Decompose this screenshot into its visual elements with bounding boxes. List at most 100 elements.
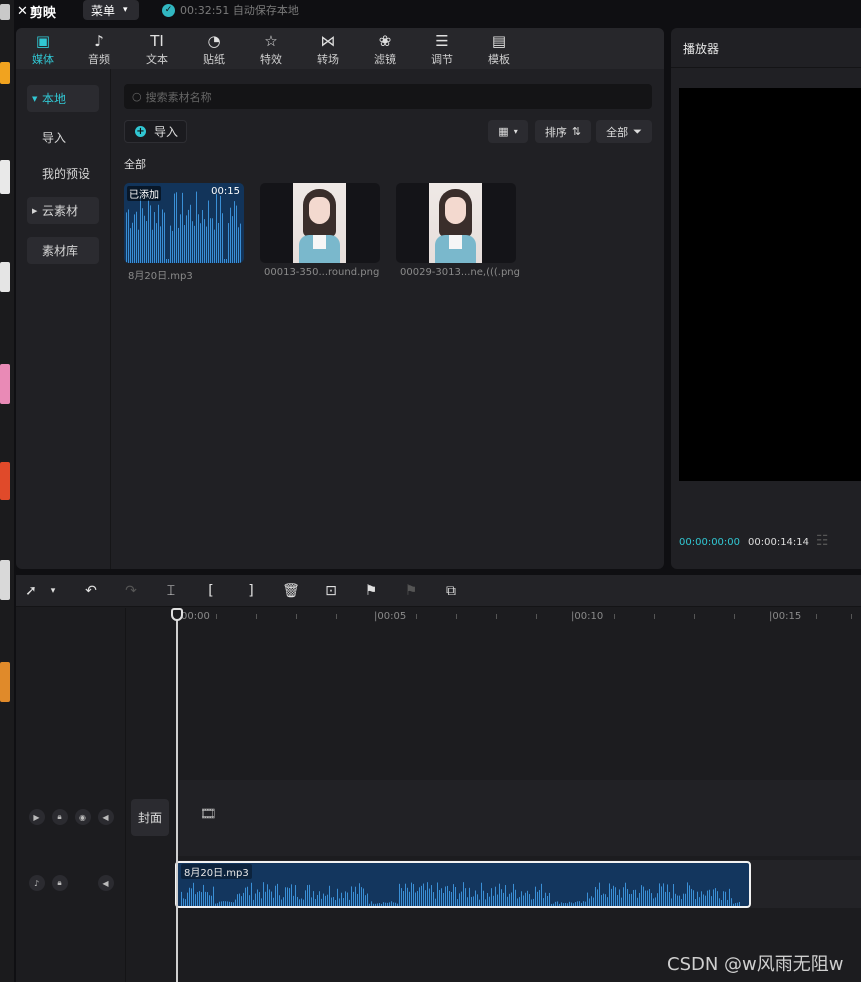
waveform-bar bbox=[273, 897, 274, 906]
tab-effects[interactable]: ☆ 特效 bbox=[251, 31, 291, 67]
waveform-bar bbox=[533, 898, 534, 906]
media-sidebar: ▼ 本地 导入 我的预设 ▶ 云素材 素材库 bbox=[16, 69, 111, 569]
waveform-bar bbox=[293, 895, 294, 906]
waveform-bar bbox=[673, 884, 674, 906]
waveform-bar bbox=[737, 902, 738, 906]
waveform-bar bbox=[539, 890, 540, 906]
waveform-bar bbox=[421, 885, 422, 906]
waveform-bar bbox=[196, 191, 197, 263]
search-input[interactable]: ○ 搜索素材名称 bbox=[124, 84, 652, 109]
sidebar-item-cloud[interactable]: ▶ 云素材 bbox=[27, 197, 99, 224]
tab-sticker[interactable]: ◔ 贴纸 bbox=[194, 31, 234, 67]
waveform-bar bbox=[601, 895, 602, 906]
waveform-bar bbox=[679, 895, 680, 906]
waveform-bar bbox=[445, 886, 446, 906]
delete-icon[interactable]: 🗑 bbox=[281, 581, 301, 601]
waveform-bar bbox=[499, 883, 500, 906]
waveform-bar bbox=[235, 899, 236, 906]
trim-left-icon[interactable]: [ bbox=[201, 581, 221, 601]
video-track[interactable] bbox=[178, 780, 861, 856]
waveform-bar bbox=[475, 890, 476, 906]
waveform-bar bbox=[299, 899, 300, 906]
sort-button[interactable]: 排序 ⇅ bbox=[535, 120, 591, 143]
trim-right-icon[interactable]: ] bbox=[241, 581, 261, 601]
crop-icon[interactable]: ⧉ bbox=[441, 581, 461, 601]
sidebar-item-local[interactable]: ▼ 本地 bbox=[27, 85, 99, 112]
waveform-bar bbox=[357, 893, 358, 906]
ratio-icon[interactable]: ☷ bbox=[816, 533, 829, 549]
lock-icon[interactable]: 🔒︎ bbox=[51, 809, 68, 825]
freeze-icon[interactable]: ⊡ bbox=[321, 581, 341, 601]
waveform-bar bbox=[212, 218, 213, 263]
tab-filter[interactable]: ❀ 滤镜 bbox=[365, 31, 405, 67]
tab-transition[interactable]: ⋈ 转场 bbox=[308, 31, 348, 67]
menu-button[interactable]: 菜单 ▾ bbox=[83, 0, 139, 20]
empty-slot bbox=[75, 875, 91, 891]
waveform-bar bbox=[603, 893, 604, 906]
time-ruler[interactable]: 00:00 |00:05 |00:10 |00:15 bbox=[126, 608, 861, 628]
waveform-bar bbox=[567, 903, 568, 906]
autosave-status: ✓ 00:32:51 自动保存本地 bbox=[162, 2, 299, 18]
preview-screen[interactable] bbox=[679, 88, 861, 481]
waveform-bar bbox=[583, 901, 584, 906]
eye-icon[interactable]: ◉ bbox=[74, 809, 91, 825]
tab-audio[interactable]: ♪ 音频 bbox=[79, 31, 119, 67]
waveform-bar bbox=[240, 223, 241, 263]
redo-icon[interactable]: ↷ bbox=[121, 581, 141, 601]
media-item-audio[interactable]: 已添加 00:15 bbox=[124, 183, 244, 263]
waveform-bar bbox=[365, 895, 366, 906]
marker-icon[interactable]: ⚑ bbox=[361, 581, 381, 601]
waveform-bar bbox=[651, 893, 652, 906]
waveform-bar bbox=[315, 899, 316, 906]
cover-button[interactable]: 封面 bbox=[131, 799, 169, 836]
waveform-bar bbox=[611, 888, 612, 906]
waveform-bar bbox=[126, 212, 127, 263]
tab-media[interactable]: ▣ 媒体 bbox=[23, 31, 63, 67]
waveform-bar bbox=[707, 890, 708, 906]
volume-icon[interactable]: ◀ bbox=[97, 875, 114, 891]
waveform-bar bbox=[305, 890, 306, 906]
waveform-bar bbox=[166, 259, 167, 263]
sidebar-item-library[interactable]: 素材库 bbox=[27, 237, 99, 264]
lock-icon[interactable]: 🔒︎ bbox=[51, 875, 68, 891]
split-icon[interactable]: ⌶ bbox=[161, 581, 181, 601]
sidebar-item-import[interactable]: 导入 bbox=[27, 124, 99, 151]
waveform-bar bbox=[565, 902, 566, 906]
menu-label: 菜单 bbox=[91, 3, 116, 18]
undo-icon[interactable]: ↶ bbox=[81, 581, 101, 601]
waveform-bar bbox=[631, 893, 632, 906]
tab-adjust[interactable]: ☰ 调节 bbox=[422, 31, 462, 67]
waveform-bar bbox=[385, 902, 386, 906]
tab-template[interactable]: ▤ 模板 bbox=[479, 31, 519, 67]
waveform-bar bbox=[549, 892, 550, 906]
sidebar-item-presets[interactable]: 我的预设 bbox=[27, 160, 99, 187]
audio-clip[interactable]: 8月20日.mp3 bbox=[175, 861, 751, 908]
waveform-bar bbox=[255, 893, 256, 906]
waveform-bar bbox=[501, 889, 502, 906]
marker-disabled-icon[interactable]: ⚑ bbox=[401, 581, 421, 601]
waveform-bar bbox=[687, 882, 688, 906]
media-item-image[interactable] bbox=[260, 183, 380, 263]
chevron-down-icon[interactable]: ▾ bbox=[43, 581, 63, 601]
waveform-bar bbox=[373, 903, 374, 906]
waveform-bar bbox=[371, 901, 372, 906]
view-toggle-button[interactable]: ▦ ▾ bbox=[488, 120, 528, 143]
tab-label: 调节 bbox=[431, 53, 453, 66]
tab-label: 文本 bbox=[146, 53, 168, 66]
waveform-bar bbox=[164, 212, 165, 263]
media-item-image[interactable] bbox=[396, 183, 516, 263]
waveform-bar bbox=[435, 898, 436, 906]
volume-icon[interactable]: ◀ bbox=[97, 809, 114, 825]
select-tool-icon[interactable]: ➚ bbox=[21, 581, 41, 601]
waveform-bar bbox=[187, 892, 188, 906]
waveform-bar bbox=[509, 893, 510, 906]
waveform-bar bbox=[545, 892, 546, 906]
filter-button[interactable]: 全部 ⏷ bbox=[596, 120, 652, 143]
tab-text[interactable]: TI 文本 bbox=[137, 31, 177, 67]
waveform-bar bbox=[142, 208, 143, 263]
import-button[interactable]: + 导入 bbox=[124, 120, 187, 143]
playhead-handle[interactable] bbox=[171, 608, 183, 621]
waveform-bar bbox=[162, 209, 163, 263]
playhead[interactable] bbox=[176, 610, 178, 982]
waveform-bar bbox=[176, 192, 177, 263]
